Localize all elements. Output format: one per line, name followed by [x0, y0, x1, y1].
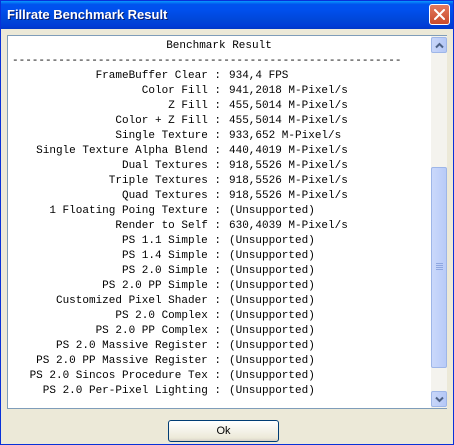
scroll-up-button[interactable]	[431, 37, 447, 53]
metric-value: (Unsupported)	[229, 340, 315, 352]
metric-value: 918,5526 M-Pixel/s	[229, 175, 348, 187]
scrollbar-thumb[interactable]	[431, 167, 447, 368]
result-row: FrameBuffer Clear : 934,4 FPS	[8, 69, 430, 84]
metric-value: 918,5526 M-Pixel/s	[229, 190, 348, 202]
result-row: PS 2.0 Per-Pixel Lighting : (Unsupported)	[8, 384, 430, 399]
metric-label: PS 2.0 PP Massive Register :	[36, 355, 221, 367]
metric-value: (Unsupported)	[229, 280, 315, 292]
metric-label: 1 Floating Poing Texture :	[49, 205, 221, 217]
grip-icon	[436, 269, 443, 270]
metric-label: Single Texture Alpha Blend :	[36, 145, 221, 157]
window-title: Fillrate Benchmark Result	[7, 7, 168, 22]
result-row: PS 2.0 Massive Register : (Unsupported)	[8, 339, 430, 354]
metric-value: (Unsupported)	[229, 250, 315, 262]
result-row: Color Fill : 941,2018 M-Pixel/s	[8, 84, 430, 99]
metric-value: 934,4 FPS	[229, 70, 289, 82]
result-text-box[interactable]: Benchmark Result -----------------------…	[7, 35, 447, 409]
result-row: PS 1.1 Simple : (Unsupported)	[8, 234, 430, 249]
separator-line: ----------------------------------------…	[12, 55, 402, 67]
metric-value: 933,652 M-Pixel/s	[229, 130, 342, 142]
result-row: Z Fill : 455,5014 M-Pixel/s	[8, 99, 430, 114]
result-row: PS 2.0 Complex : (Unsupported)	[8, 309, 430, 324]
vertical-scrollbar[interactable]	[431, 36, 447, 408]
ok-button[interactable]: Ok	[168, 420, 279, 442]
result-row: PS 1.4 Simple : (Unsupported)	[8, 249, 430, 264]
metric-label: Triple Textures :	[108, 175, 221, 187]
metric-label: Z Fill :	[168, 100, 221, 112]
result-row: Render to Self : 630,4039 M-Pixel/s	[8, 219, 430, 234]
metric-value: (Unsupported)	[229, 265, 315, 277]
result-row: Quad Textures : 918,5526 M-Pixel/s	[8, 189, 430, 204]
metric-value: (Unsupported)	[229, 310, 315, 322]
metric-label: PS 2.0 Massive Register :	[55, 340, 221, 352]
result-row: PS 2.0 PP Simple : (Unsupported)	[8, 279, 430, 294]
title-bar[interactable]: Fillrate Benchmark Result	[1, 1, 453, 29]
metric-value: 455,5014 M-Pixel/s	[229, 100, 348, 112]
grip-icon	[436, 265, 443, 266]
result-row: Triple Textures : 918,5526 M-Pixel/s	[8, 174, 430, 189]
metric-label: FrameBuffer Clear :	[95, 70, 221, 82]
metric-label: PS 2.0 PP Simple :	[102, 280, 221, 292]
result-row: Customized Pixel Shader : (Unsupported)	[8, 294, 430, 309]
result-row: PS 2.0 Simple : (Unsupported)	[8, 264, 430, 279]
metric-value: (Unsupported)	[229, 370, 315, 382]
result-row: PS 2.0 Sincos Procedure Tex : (Unsupporte…	[8, 369, 430, 384]
scroll-up-arrow-icon	[435, 42, 444, 49]
metric-value: (Unsupported)	[229, 385, 315, 397]
metric-value: (Unsupported)	[229, 235, 315, 247]
metric-label: Color Fill :	[141, 85, 221, 97]
metric-label: PS 2.0 Sincos Procedure Tex :	[29, 370, 221, 382]
metric-label: Color + Z Fill :	[115, 115, 221, 127]
result-row: Single Texture Alpha Blend : 440,4019 M-P…	[8, 144, 430, 159]
metric-value: (Unsupported)	[229, 325, 315, 337]
result-row: PS 2.0 PP Massive Register : (Unsupported…	[8, 354, 430, 369]
metric-label: Single Texture :	[115, 130, 221, 142]
grip-icon	[436, 267, 443, 268]
metric-label: Dual Textures :	[121, 160, 221, 172]
result-row: Color + Z Fill : 455,5014 M-Pixel/s	[8, 114, 430, 129]
metric-value: (Unsupported)	[229, 355, 315, 367]
scroll-down-button[interactable]	[431, 391, 447, 407]
metric-label: PS 2.0 Per-Pixel Lighting :	[42, 385, 221, 397]
metric-label: Quad Textures :	[121, 190, 221, 202]
close-button[interactable]	[429, 4, 450, 25]
metric-value: (Unsupported)	[229, 295, 315, 307]
scroll-down-arrow-icon	[435, 396, 444, 403]
result-row: PS 2.0 PP Complex : (Unsupported)	[8, 324, 430, 339]
metric-value: 941,2018 M-Pixel/s	[229, 85, 348, 97]
result-row: Dual Textures : 918,5526 M-Pixel/s	[8, 159, 430, 174]
result-header: Benchmark Result	[166, 40, 272, 52]
metric-value: (Unsupported)	[229, 205, 315, 217]
result-row: Single Texture : 933,652 M-Pixel/s	[8, 129, 430, 144]
metric-label: PS 1.4 Simple :	[121, 250, 221, 262]
metric-value: 630,4039 M-Pixel/s	[229, 220, 348, 232]
result-row: 1 Floating Poing Texture : (Unsupported)	[8, 204, 430, 219]
metric-label: Render to Self :	[115, 220, 221, 232]
metric-value: 455,5014 M-Pixel/s	[229, 115, 348, 127]
result-text-area[interactable]: Benchmark Result -----------------------…	[8, 36, 430, 408]
metric-value: 440,4019 M-Pixel/s	[229, 145, 348, 157]
metric-label: PS 1.1 Simple :	[121, 235, 221, 247]
metric-value: 918,5526 M-Pixel/s	[229, 160, 348, 172]
grip-icon	[436, 263, 443, 264]
metric-label: Customized Pixel Shader :	[55, 295, 221, 307]
close-icon	[434, 9, 445, 20]
metric-label: PS 2.0 Complex :	[115, 310, 221, 322]
benchmark-result-window: Fillrate Benchmark Result Benchmark Resu…	[0, 0, 454, 445]
metric-label: PS 2.0 Simple :	[121, 265, 221, 277]
metric-label: PS 2.0 PP Complex :	[95, 325, 221, 337]
